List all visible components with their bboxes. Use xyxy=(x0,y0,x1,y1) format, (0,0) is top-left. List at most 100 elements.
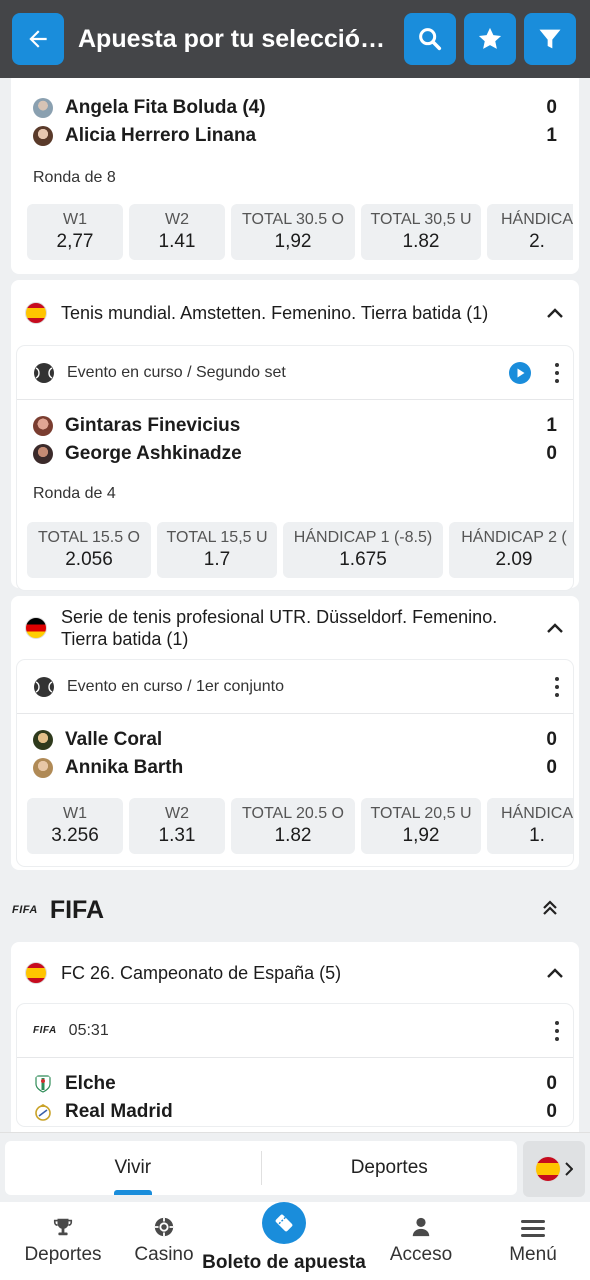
league-header[interactable]: Serie de tenis profesional UTR. Düsseldo… xyxy=(11,596,579,660)
more-options-icon[interactable] xyxy=(553,362,561,383)
team-name: Alicia Herrero Linana xyxy=(65,125,257,146)
odd-label: W1 xyxy=(63,805,87,822)
nav-casino[interactable]: Casino xyxy=(126,1202,202,1280)
round-label: Ronda de 8 xyxy=(33,169,116,186)
elche-crest-icon xyxy=(35,1075,51,1093)
odds-row: W1 3.256 W2 1.31 TOTAL 20.5 O 1.82 TOTAL 20… xyxy=(17,798,573,866)
nav-bet-slip[interactable]: Boleto de apuesta xyxy=(202,1202,366,1280)
tab-sports[interactable]: Deportes xyxy=(262,1141,518,1195)
odd-value: 1.31 xyxy=(158,825,196,846)
spain-flag-icon xyxy=(25,962,47,984)
nav-label: Casino xyxy=(134,1244,194,1265)
event-status-bar: Evento en curso / 1er conjunto xyxy=(17,660,573,714)
more-options-icon[interactable] xyxy=(553,1020,561,1041)
event-status: Evento en curso / 1er conjunto xyxy=(67,677,285,695)
odd-button[interactable]: HÁNDICAP 1 (-8.5) 1.675 xyxy=(283,522,443,578)
chevron-up-icon[interactable] xyxy=(545,618,565,638)
team-row: Gintaras Finevicius 1 xyxy=(17,412,573,440)
player-avatar xyxy=(33,444,53,464)
tab-live[interactable]: Vivir xyxy=(5,1141,261,1195)
event-body[interactable]: FIFA 05:31 Elche 0 Real Madrid 0 xyxy=(17,1004,573,1126)
league-title: FC 26. Campeonato de España (5) xyxy=(61,963,342,983)
odd-label: TOTAL 20,5 U xyxy=(370,805,472,822)
chevron-up-icon[interactable] xyxy=(545,963,565,983)
odd-button[interactable]: TOTAL 20,5 U 1,92 xyxy=(361,798,481,854)
double-chevron-up-icon[interactable] xyxy=(542,899,558,922)
odd-value: 2. xyxy=(529,231,545,252)
chevron-right-icon xyxy=(565,1162,573,1176)
more-options-icon[interactable] xyxy=(553,676,561,697)
mode-tabs: Vivir Deportes xyxy=(5,1141,517,1195)
language-button[interactable] xyxy=(523,1141,585,1197)
odd-value: 2.09 xyxy=(495,549,533,570)
favorites-button[interactable] xyxy=(464,13,516,65)
event-body[interactable]: Evento en curso / Segundo set Gintaras F… xyxy=(17,346,573,590)
player-avatar xyxy=(33,416,53,436)
nav-login[interactable]: Acceso xyxy=(366,1202,476,1280)
real-madrid-crest-icon xyxy=(35,1104,51,1121)
league-card: Serie de tenis profesional UTR. Düsseldo… xyxy=(11,596,579,870)
sport-section-header[interactable]: FIFA FIFA xyxy=(0,888,590,932)
player-avatar xyxy=(33,126,53,146)
odd-label: HÁNDICAP 1 (-8.5) xyxy=(293,529,433,546)
team-row: Elche 0 xyxy=(17,1070,573,1098)
search-button[interactable] xyxy=(404,13,456,65)
odd-button[interactable]: W2 1.41 xyxy=(129,204,225,260)
tennis-ball-icon xyxy=(34,362,54,383)
round-label: Ronda de 4 xyxy=(33,485,116,502)
league-title: Tenis mundial. Amstetten. Femenino. Tier… xyxy=(61,303,489,323)
league-card: Tenis mundial. Amstetten. Femenino. Tier… xyxy=(11,280,579,590)
odd-button[interactable]: TOTAL 15,5 U 1.7 xyxy=(157,522,277,578)
play-video-icon[interactable] xyxy=(509,361,531,384)
team-row: Annika Barth 0 xyxy=(17,754,573,782)
odd-button[interactable]: HÁNDICA 1. xyxy=(487,798,573,854)
player-avatar xyxy=(33,730,53,750)
arrow-left-icon xyxy=(29,30,47,48)
nav-menu[interactable]: Menú xyxy=(476,1202,590,1280)
odd-label: HÁNDICA xyxy=(500,211,573,228)
team-score: 1 xyxy=(546,415,557,436)
team-score: 0 xyxy=(546,97,557,118)
odd-button[interactable]: W1 2,77 xyxy=(27,204,123,260)
odd-label: W1 xyxy=(63,211,87,228)
odds-row: W1 2,77 W2 1.41 TOTAL 30.5 O 1,92 TOTAL 30,… xyxy=(17,204,573,260)
odd-button[interactable]: TOTAL 20.5 O 1.82 xyxy=(231,798,355,854)
team-score: 0 xyxy=(546,1073,557,1094)
team-row: George Ashkinadze 0 xyxy=(17,440,573,468)
bet-slip-circle xyxy=(262,1202,306,1244)
event-body[interactable]: Angela Fita Boluda (4) 0 Alicia Herrero … xyxy=(17,78,573,260)
odds-row: TOTAL 15.5 O 2.056 TOTAL 15,5 U 1.7 HÁNDIC… xyxy=(17,522,573,590)
sport-title: FIFA xyxy=(49,895,105,924)
back-button[interactable] xyxy=(12,13,64,65)
team-row: Angela Fita Boluda (4) 0 xyxy=(17,94,573,122)
odd-button[interactable]: TOTAL 30,5 U 1.82 xyxy=(361,204,481,260)
odd-value: 1.82 xyxy=(274,825,312,846)
events-list: Angela Fita Boluda (4) 0 Alicia Herrero … xyxy=(0,78,590,1132)
event-body[interactable]: Evento en curso / 1er conjunto Valle Cor… xyxy=(17,660,573,866)
team-name: Angela Fita Boluda (4) xyxy=(65,97,266,118)
nav-sports[interactable]: Deportes xyxy=(0,1202,126,1280)
casino-chip-icon xyxy=(154,1217,174,1237)
chevron-up-icon[interactable] xyxy=(545,303,565,323)
odd-value: 2.056 xyxy=(65,549,113,570)
odd-label: TOTAL 30,5 U xyxy=(370,211,472,228)
team-name: Annika Barth xyxy=(65,757,184,778)
menu-icon xyxy=(521,1220,545,1237)
spain-flag-icon xyxy=(25,302,47,324)
nav-label: Menú xyxy=(509,1244,557,1265)
odd-button[interactable]: HÁNDICA 2. xyxy=(487,204,573,260)
odd-button[interactable]: W1 3.256 xyxy=(27,798,123,854)
odd-value: 1,92 xyxy=(274,231,312,252)
fifa-icon: FIFA xyxy=(33,1025,57,1036)
odd-label: W2 xyxy=(165,805,189,822)
league-header[interactable]: Tenis mundial. Amstetten. Femenino. Tier… xyxy=(11,280,579,346)
league-header[interactable]: FC 26. Campeonato de España (5) xyxy=(11,942,579,1004)
event-time: 05:31 xyxy=(68,1021,109,1039)
odd-button[interactable]: HÁNDICAP 2 (2.09 xyxy=(449,522,573,578)
filter-button[interactable] xyxy=(524,13,576,65)
team-score: 0 xyxy=(546,729,557,750)
team-score: 0 xyxy=(546,443,557,464)
odd-button[interactable]: TOTAL 30.5 O 1,92 xyxy=(231,204,355,260)
odd-button[interactable]: TOTAL 15.5 O 2.056 xyxy=(27,522,151,578)
odd-button[interactable]: W2 1.31 xyxy=(129,798,225,854)
